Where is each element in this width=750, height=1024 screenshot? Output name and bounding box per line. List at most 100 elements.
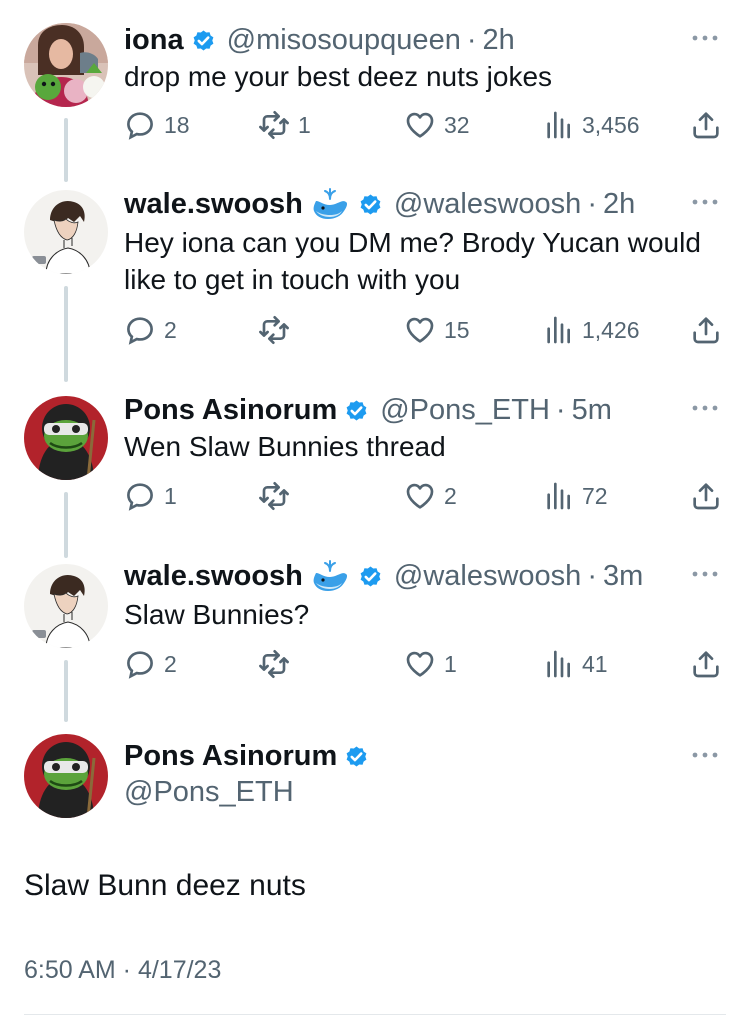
like-heart-icon xyxy=(404,480,436,512)
main-tweet-timestamp[interactable]: 6:50 AM · 4/17/23 xyxy=(24,956,221,985)
like-heart-icon xyxy=(404,314,436,346)
handle[interactable]: @misosoupqueen xyxy=(227,24,461,57)
views-chart-icon xyxy=(542,109,574,141)
views-button[interactable]: 72 xyxy=(542,476,608,516)
separator: · xyxy=(466,23,477,56)
more-dots-icon[interactable] xyxy=(690,569,720,579)
retweet-button[interactable] xyxy=(258,644,298,684)
reply-icon xyxy=(124,648,156,680)
like-heart-icon xyxy=(404,109,436,141)
action-bar: 2 1 41 xyxy=(124,644,724,684)
retweet-icon xyxy=(258,314,290,346)
like-count: 2 xyxy=(444,482,457,509)
share-button[interactable] xyxy=(690,105,722,145)
share-button[interactable] xyxy=(690,310,722,350)
timestamp[interactable]: 3m xyxy=(603,560,643,593)
reply-icon xyxy=(124,314,156,346)
reply-button[interactable]: 18 xyxy=(124,105,190,145)
handle[interactable]: @Pons_ETH xyxy=(124,776,294,809)
retweet-button[interactable] xyxy=(258,476,298,516)
timestamp[interactable]: 5m xyxy=(572,394,612,427)
avatar[interactable] xyxy=(24,190,108,274)
like-button[interactable]: 1 xyxy=(404,644,457,684)
more-dots-icon[interactable] xyxy=(690,750,720,760)
handle[interactable]: @waleswoosh xyxy=(394,188,581,221)
reply-button[interactable]: 2 xyxy=(124,310,177,350)
view-count: 3,456 xyxy=(582,111,640,138)
like-count: 32 xyxy=(444,111,470,138)
verified-badge-icon xyxy=(343,397,370,424)
like-heart-icon xyxy=(404,648,436,680)
separator: · xyxy=(587,559,597,592)
more-dots-icon[interactable] xyxy=(690,33,720,43)
handle-row: @Pons_ETH xyxy=(124,772,294,812)
reply-icon xyxy=(124,109,156,141)
thread-tweet[interactable]: Pons Asinorum @Pons_ETH · 5m Wen Slaw Bu… xyxy=(0,390,750,558)
tweet-header: Pons Asinorum xyxy=(124,736,370,776)
retweet-icon xyxy=(258,109,290,141)
retweet-button[interactable]: 1 xyxy=(258,105,311,145)
like-count: 15 xyxy=(444,316,470,343)
more-dots-icon[interactable] xyxy=(690,197,720,207)
timestamp[interactable]: 2h xyxy=(603,188,635,221)
whale-emoji-icon xyxy=(311,187,351,221)
like-button[interactable]: 32 xyxy=(404,105,470,145)
reply-button[interactable]: 1 xyxy=(124,476,177,516)
more-dots-icon[interactable] xyxy=(690,403,720,413)
views-chart-icon xyxy=(542,314,574,346)
reply-button[interactable]: 2 xyxy=(124,644,177,684)
verified-badge-icon xyxy=(357,563,384,590)
whale-emoji-icon xyxy=(311,559,351,593)
thread-line xyxy=(64,660,68,722)
tweet-text: Slaw Bunnies? xyxy=(124,599,310,630)
verified-badge-icon xyxy=(357,191,384,218)
like-button[interactable]: 15 xyxy=(404,310,470,350)
avatar[interactable] xyxy=(24,396,108,480)
display-name[interactable]: iona xyxy=(124,24,184,57)
retweet-button[interactable] xyxy=(258,310,298,350)
display-name[interactable]: wale.swoosh xyxy=(124,560,303,593)
tweet-text: drop me your best deez nuts jokes xyxy=(124,61,553,92)
display-name[interactable]: Pons Asinorum xyxy=(124,394,337,427)
like-button[interactable]: 2 xyxy=(404,476,457,516)
share-button[interactable] xyxy=(690,476,722,516)
avatar[interactable] xyxy=(24,564,108,648)
thread-tweet[interactable]: wale.swoosh @waleswoosh · 3m Slaw Bunnie… xyxy=(0,556,750,722)
avatar[interactable] xyxy=(24,23,108,107)
separator: · xyxy=(587,187,597,220)
retweet-count: 1 xyxy=(298,111,311,138)
views-button[interactable]: 3,456 xyxy=(542,105,640,145)
tweet-header: iona @misosoupqueen · 2h xyxy=(124,20,515,60)
thread-tweet[interactable]: iona @misosoupqueen · 2h drop me your be… xyxy=(0,20,750,182)
avatar[interactable] xyxy=(24,734,108,818)
handle[interactable]: @waleswoosh xyxy=(394,560,581,593)
view-count: 41 xyxy=(582,650,608,677)
retweet-icon xyxy=(258,648,290,680)
reply-count: 18 xyxy=(164,111,190,138)
reply-count: 2 xyxy=(164,316,177,343)
share-icon xyxy=(690,648,722,680)
action-bar: 18 1 32 3,456 xyxy=(124,105,724,145)
view-count: 1,426 xyxy=(582,316,640,343)
thread-line xyxy=(64,286,68,382)
share-button[interactable] xyxy=(690,644,722,684)
action-bar: 2 15 1,426 xyxy=(124,310,724,350)
tweet-header: Pons Asinorum @Pons_ETH · 5m xyxy=(124,390,612,430)
handle[interactable]: @Pons_ETH xyxy=(380,394,550,427)
display-name[interactable]: Pons Asinorum xyxy=(124,740,337,773)
thread-tweet[interactable]: wale.swoosh @waleswoosh · 2h Hey iona ca… xyxy=(0,184,750,382)
reply-count: 1 xyxy=(164,482,177,509)
views-chart-icon xyxy=(542,480,574,512)
reply-icon xyxy=(124,480,156,512)
timestamp[interactable]: 2h xyxy=(483,24,515,57)
main-tweet-text: Slaw Bunn deez nuts xyxy=(24,869,306,902)
tweet-header: wale.swoosh @waleswoosh · 2h xyxy=(124,184,635,224)
views-button[interactable]: 41 xyxy=(542,644,608,684)
thread-line xyxy=(64,492,68,558)
view-count: 72 xyxy=(582,482,608,509)
display-name[interactable]: wale.swoosh xyxy=(124,188,303,221)
share-icon xyxy=(690,480,722,512)
retweet-icon xyxy=(258,480,290,512)
share-icon xyxy=(690,314,722,346)
views-button[interactable]: 1,426 xyxy=(542,310,640,350)
